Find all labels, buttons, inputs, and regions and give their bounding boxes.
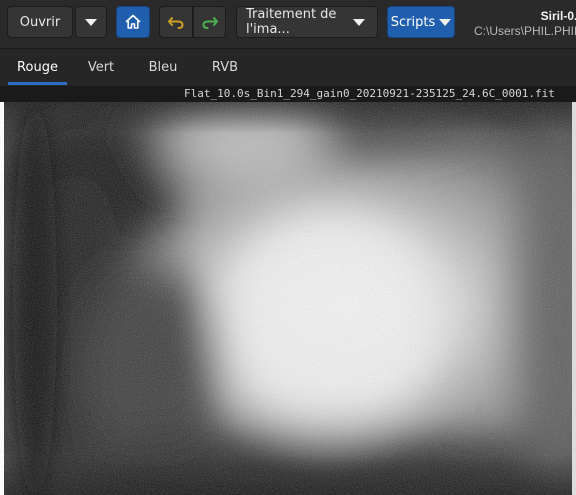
tab-label: Rouge — [17, 59, 58, 75]
caret-down-icon — [353, 19, 365, 26]
open-button-label: Ouvrir — [19, 14, 61, 30]
redo-button[interactable] — [193, 6, 226, 38]
tab-label: RVB — [211, 59, 239, 75]
caret-down-icon — [439, 18, 452, 26]
scripts-label: Scripts — [390, 14, 436, 30]
flat-frame-image — [0, 102, 576, 495]
channel-tabs: Rouge Vert Bleu RVB — [0, 49, 576, 86]
tab-label: Vert — [87, 59, 115, 75]
working-directory: C:\Users\PHIL.PHIL — [474, 24, 576, 38]
image-canvas[interactable] — [0, 102, 576, 495]
tab-vert[interactable]: Vert — [78, 49, 124, 85]
home-icon — [125, 14, 141, 29]
home-button[interactable] — [116, 6, 150, 38]
scripts-menu-button[interactable]: Scripts — [387, 6, 455, 38]
undo-button[interactable] — [159, 6, 193, 38]
open-menu-button[interactable] — [75, 6, 107, 38]
open-button[interactable]: Ouvrir — [7, 6, 73, 38]
window-title: Siril-0.9 C:\Users\PHIL.PHIL — [474, 9, 576, 43]
image-filename: Flat_10.0s_Bin1_294_gain0_20210921-23512… — [184, 87, 555, 100]
tab-bleu[interactable]: Bleu — [140, 49, 186, 85]
caret-down-icon — [85, 18, 97, 26]
image-processing-menu[interactable]: Traitement de l'ima... — [236, 6, 378, 38]
main-toolbar: Ouvrir Traitement de l'ima... Scripts Si… — [0, 0, 576, 49]
undo-icon — [168, 17, 184, 29]
app-name: Siril-0.9 — [540, 9, 576, 23]
filename-bar: Flat_10.0s_Bin1_294_gain0_20210921-23512… — [0, 86, 576, 102]
tab-rvb[interactable]: RVB — [204, 49, 246, 85]
tab-label: Bleu — [148, 59, 178, 75]
tab-rouge[interactable]: Rouge — [8, 49, 67, 85]
redo-icon — [201, 17, 218, 29]
